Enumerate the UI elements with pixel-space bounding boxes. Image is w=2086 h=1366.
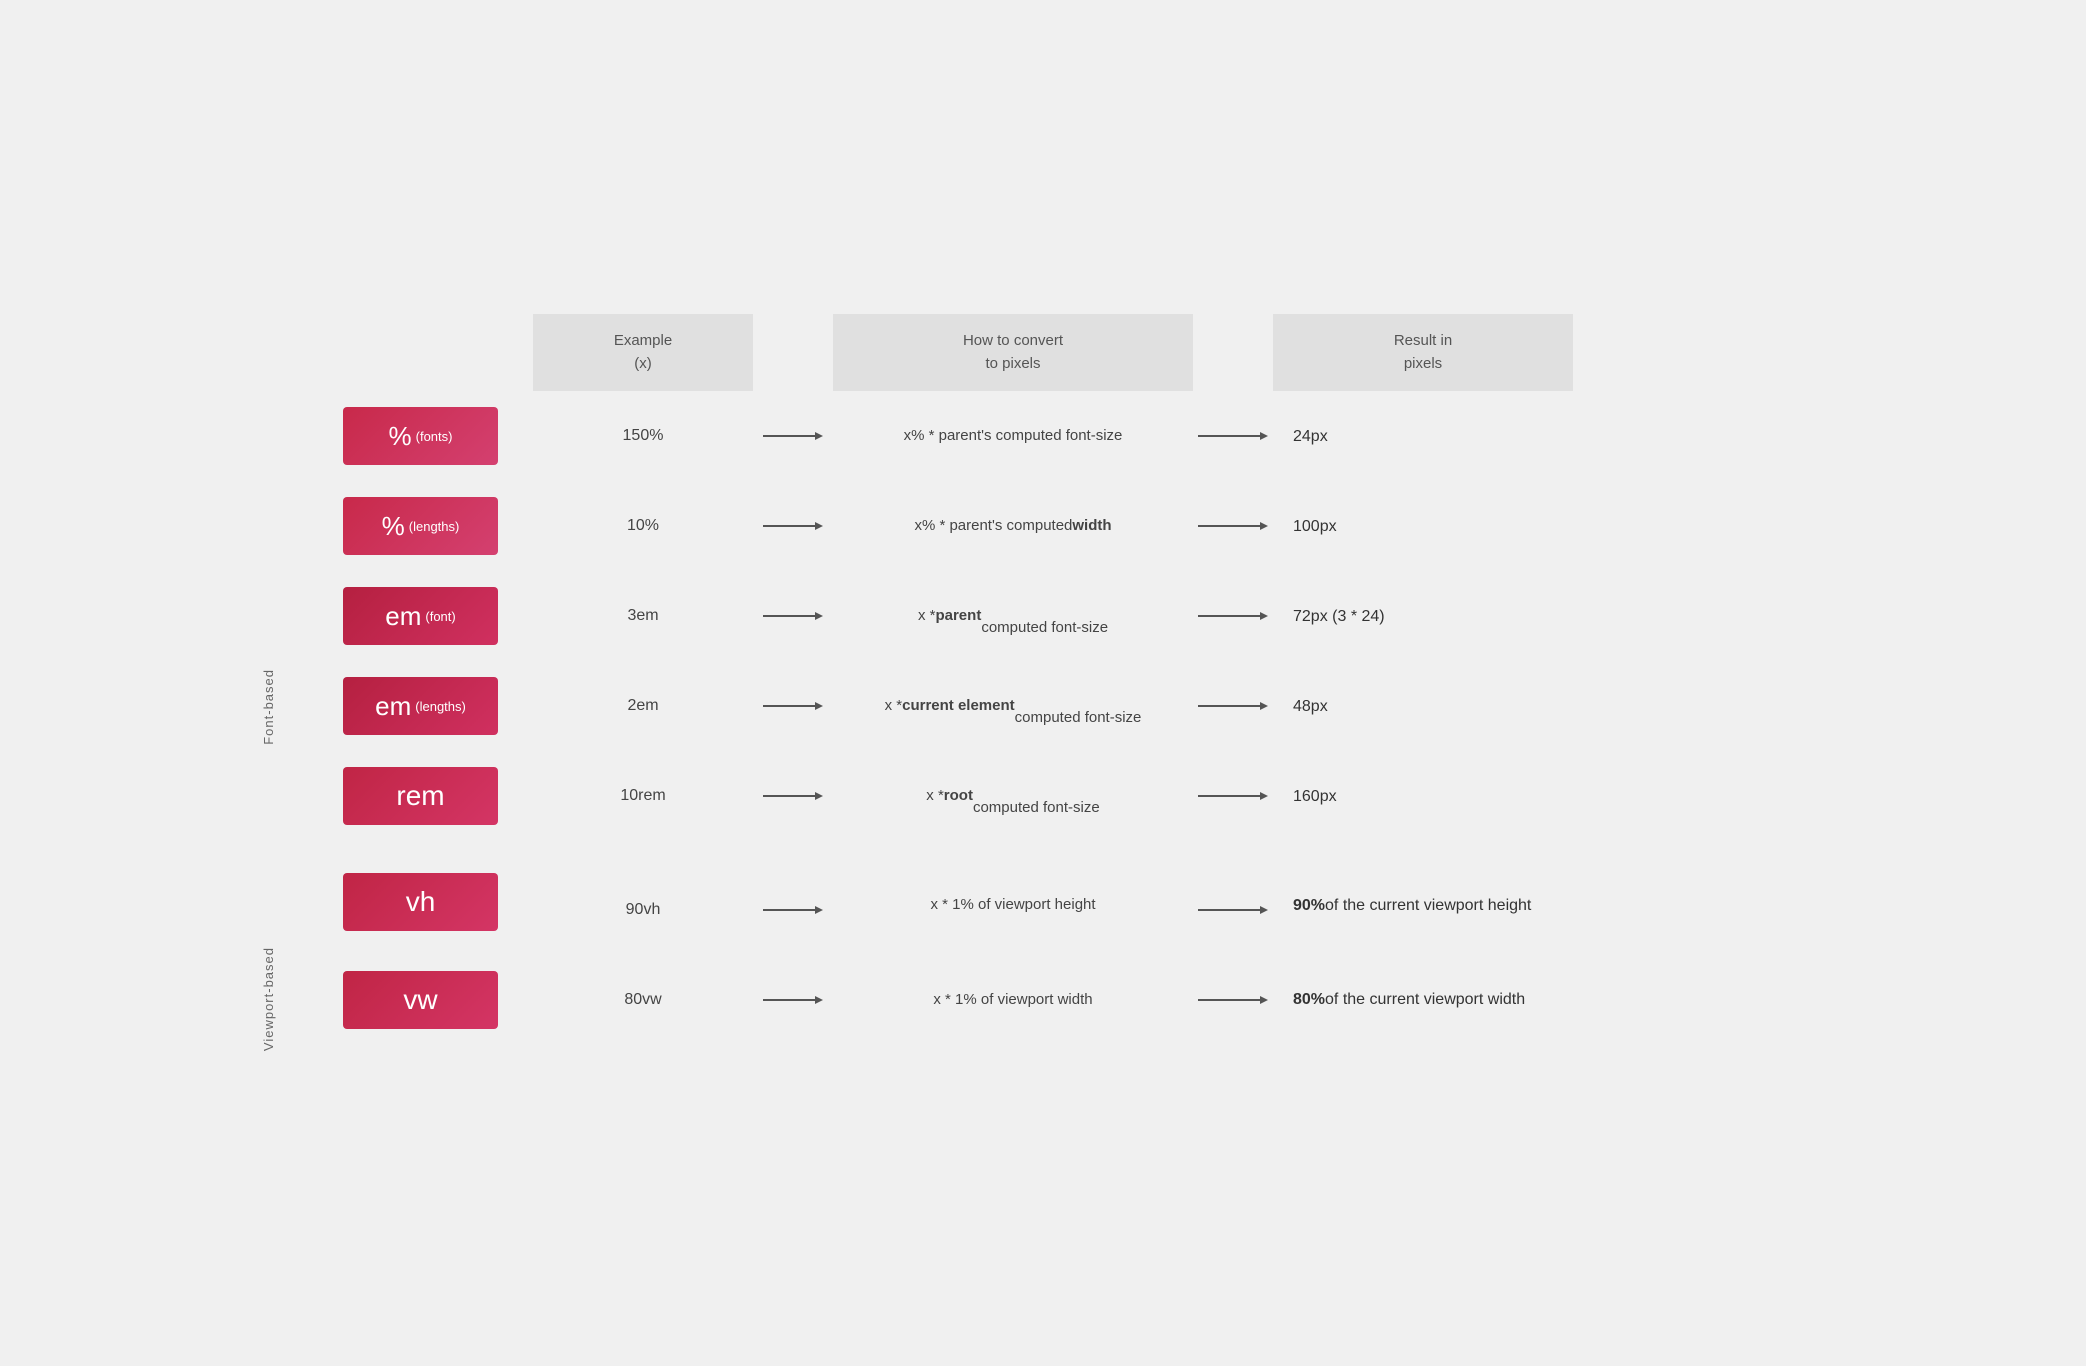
arrow2-line-svg [1198, 428, 1268, 444]
font-based-label: Font-based [261, 669, 276, 745]
arrow1-percent-fonts [753, 391, 833, 481]
result-rem: 160px [1273, 751, 1573, 841]
unit-rem: rem [333, 751, 533, 841]
header-result: Result inpixels [1273, 314, 1573, 391]
bracket-viewport-mid: Viewport-based [253, 947, 333, 1051]
convert-rem: x * rootcomputed font-size [833, 751, 1193, 841]
badge-vh: vh [343, 873, 498, 931]
bracket-viewport-top [253, 841, 333, 947]
convert-vh: x * 1% of viewport height [833, 841, 1193, 947]
header-example: Example(x) [533, 314, 753, 391]
header-empty-4 [1193, 314, 1273, 391]
example-rem: 10rem [533, 751, 753, 841]
unit-em-font: em (font) [333, 571, 533, 661]
badge-em-font: em (font) [343, 587, 498, 645]
badge-vw: vw [343, 971, 498, 1029]
arrow-svg [763, 518, 823, 534]
convert-em-lengths: x * current elementcomputed font-size [833, 661, 1193, 751]
arrow2-rem [1193, 751, 1273, 841]
arrow1-vh [753, 841, 833, 947]
convert-vw: x * 1% of viewport width [833, 947, 1193, 1051]
unit-em-lengths: em (lengths) [333, 661, 533, 751]
badge-percent-fonts: % (fonts) [343, 407, 498, 465]
group-fontbased-2 [253, 481, 333, 571]
example-em-font: 3em [533, 571, 753, 661]
viewport-based-label: Viewport-based [261, 947, 276, 1051]
badge-em-lengths: em (lengths) [343, 677, 498, 735]
arrow2-svg [1198, 518, 1268, 534]
css-units-table: Example(x) How to convertto pixels Resul… [253, 314, 1833, 1051]
badge-percent-lengths: % (lengths) [343, 497, 498, 555]
arrow-line-svg [763, 428, 823, 444]
arrow1-vw [753, 947, 833, 1051]
arrow1-rem [753, 751, 833, 841]
arrow2-percent-lengths [1193, 481, 1273, 571]
convert-percent-fonts: x% * parent's computed font-size [833, 391, 1193, 481]
arrow1-em-font [753, 571, 833, 661]
arrow2-vh [1193, 841, 1273, 947]
convert-em-font: x * parentcomputed font-size [833, 571, 1193, 661]
header-convert: How to convertto pixels [833, 314, 1193, 391]
bracket-fontbased-end [253, 751, 333, 841]
example-em-lengths: 2em [533, 661, 753, 751]
header-empty-2 [333, 314, 533, 391]
unit-percent-lengths: % (lengths) [333, 481, 533, 571]
result-percent-fonts: 24px [1273, 391, 1573, 481]
group-fontbased-1 [253, 391, 333, 481]
header-empty-1 [253, 314, 333, 391]
arrow1-em-lengths [753, 661, 833, 751]
result-vh: 90% of the current viewport height [1273, 841, 1573, 947]
bracket-fontbased-mid: Font-based [253, 661, 333, 751]
arrow2-vw [1193, 947, 1273, 1051]
arrow2-em-font [1193, 571, 1273, 661]
badge-rem: rem [343, 767, 498, 825]
result-vw: 80% of the current viewport width [1273, 947, 1573, 1051]
example-percent-fonts: 150% [533, 391, 753, 481]
result-percent-lengths: 100px [1273, 481, 1573, 571]
unit-vw: vw [333, 947, 533, 1051]
arrow2-percent-fonts [1193, 391, 1273, 481]
main-container: Example(x) How to convertto pixels Resul… [193, 274, 1893, 1091]
example-vh: 90vh [533, 841, 753, 947]
example-percent-lengths: 10% [533, 481, 753, 571]
unit-percent-fonts: % (fonts) [333, 391, 533, 481]
header-empty-3 [753, 314, 833, 391]
result-em-font: 72px (3 * 24) [1273, 571, 1573, 661]
example-vw: 80vw [533, 947, 753, 1051]
arrow2-em-lengths [1193, 661, 1273, 751]
unit-vh: vh [333, 841, 533, 947]
bracket-fontbased-start [253, 571, 333, 661]
convert-percent-lengths: x% * parent's computed width [833, 481, 1193, 571]
arrow1-percent-lengths [753, 481, 833, 571]
result-em-lengths: 48px [1273, 661, 1573, 751]
